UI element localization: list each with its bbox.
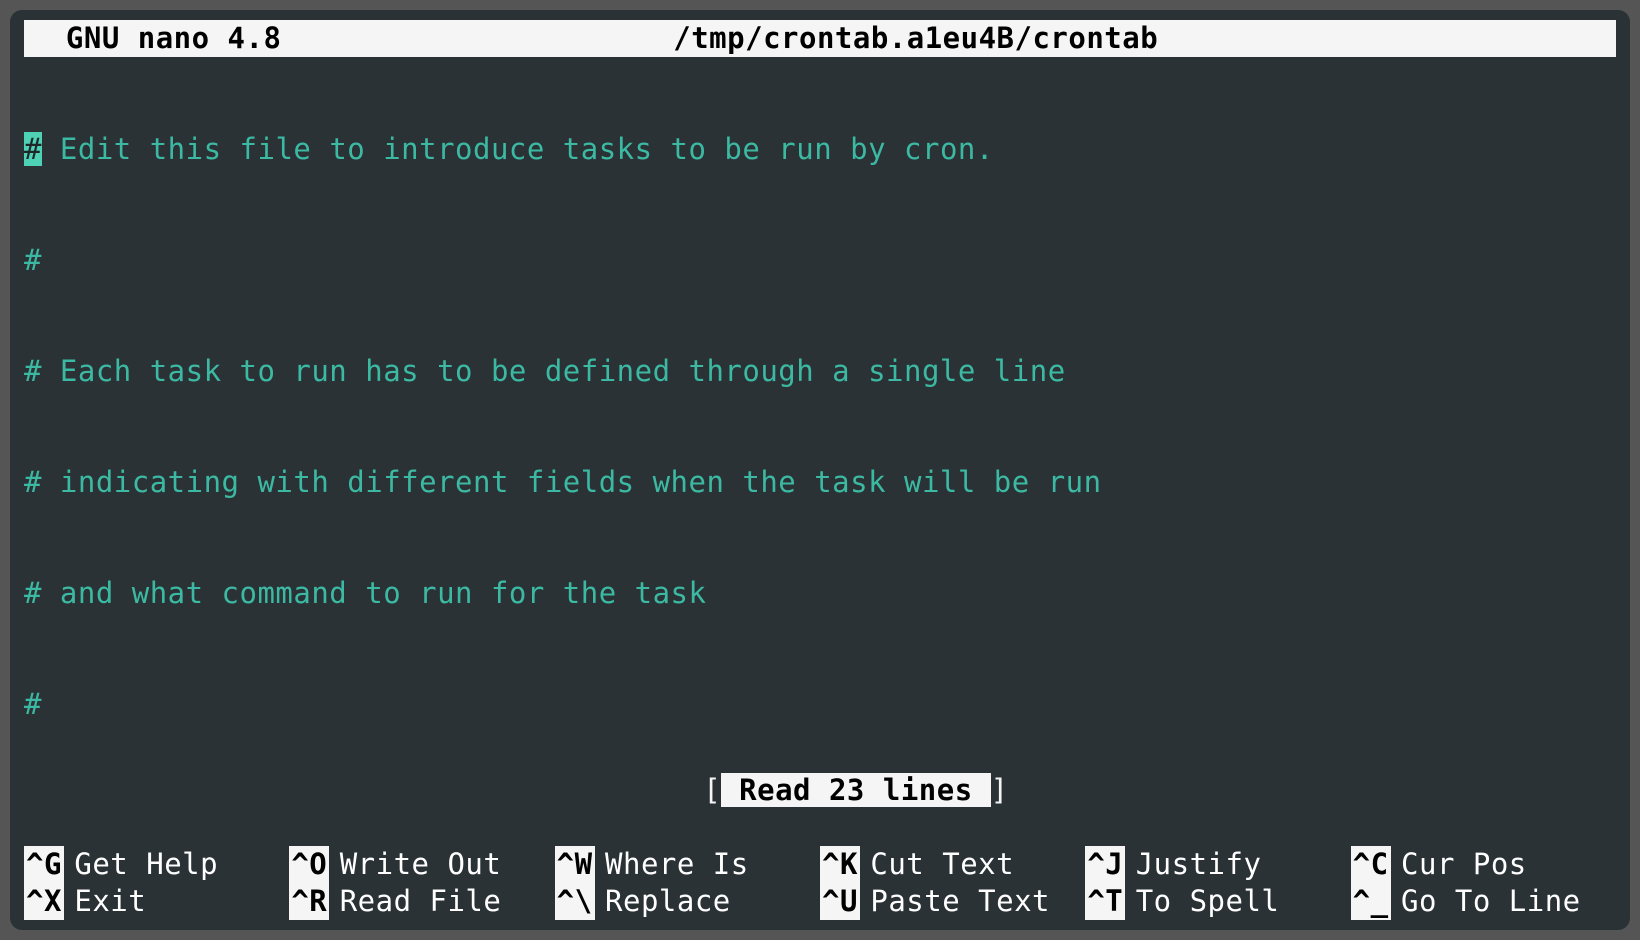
shortcut-where-is[interactable]: ^W Where Is	[555, 846, 820, 883]
shortcut-bar-row-1: ^G Get Help ^O Write Out ^W Where Is ^K Cut …	[24, 846, 1616, 883]
editor-line: #	[24, 686, 1616, 723]
shortcut-replace[interactable]: ^\ Replace	[555, 883, 820, 920]
shortcut-label: Justify	[1136, 846, 1262, 883]
shortcut-to-spell[interactable]: ^T To Spell	[1085, 883, 1350, 920]
shortcut-label: Write Out	[340, 846, 502, 883]
editor-line: # Each task to run has to be defined thr…	[24, 353, 1616, 390]
shortcut-label: Cut Text	[870, 846, 1014, 883]
shortcut-justify[interactable]: ^J Justify	[1085, 846, 1350, 883]
text-cursor: #	[24, 132, 42, 166]
shortcut-get-help[interactable]: ^G Get Help	[24, 846, 289, 883]
editor-line: # indicating with different fields when …	[24, 464, 1616, 501]
keycap: ^X	[24, 883, 64, 920]
shortcut-exit[interactable]: ^X Exit	[24, 883, 289, 920]
shortcut-go-to-line[interactable]: ^_ Go To Line	[1351, 883, 1616, 920]
status-bar: [ Read 23 lines ]	[24, 735, 1616, 846]
shortcut-paste-text[interactable]: ^U Paste Text	[820, 883, 1085, 920]
shortcut-bar-row-2: ^X Exit ^R Read File ^\ Replace ^U Paste Tex…	[24, 883, 1616, 920]
terminal-window: GNU nano 4.8 /tmp/crontab.a1eu4B/crontab…	[10, 10, 1630, 930]
shortcut-label: Read File	[340, 883, 502, 920]
status-message: Read 23 lines	[721, 773, 990, 807]
shortcut-label: To Spell	[1136, 883, 1280, 920]
shortcut-label: Go To Line	[1401, 883, 1581, 920]
editor-area[interactable]: # Edit this file to introduce tasks to b…	[24, 57, 1616, 735]
keycap: ^R	[289, 883, 329, 920]
shortcut-cut-text[interactable]: ^K Cut Text	[820, 846, 1085, 883]
keycap: ^T	[1085, 883, 1125, 920]
keycap: ^K	[820, 846, 860, 883]
keycap: ^W	[555, 846, 595, 883]
keycap: ^_	[1351, 883, 1391, 920]
keycap: ^\	[555, 883, 595, 920]
editor-titlebar: GNU nano 4.8 /tmp/crontab.a1eu4B/crontab	[24, 20, 1616, 57]
shortcut-cur-pos[interactable]: ^C Cur Pos	[1351, 846, 1616, 883]
app-name: GNU nano 4.8	[30, 20, 281, 57]
shortcut-label: Get Help	[74, 846, 218, 883]
shortcut-read-file[interactable]: ^R Read File	[289, 883, 554, 920]
shortcut-label: Replace	[605, 883, 731, 920]
editor-line: Edit this file to introduce tasks to be …	[42, 132, 994, 166]
shortcut-write-out[interactable]: ^O Write Out	[289, 846, 554, 883]
keycap: ^O	[289, 846, 329, 883]
editor-line: # and what command to run for the task	[24, 575, 1616, 612]
keycap: ^U	[820, 883, 860, 920]
shortcut-label: Paste Text	[870, 883, 1050, 920]
titlebar-right	[1550, 20, 1610, 57]
shortcut-label: Where Is	[605, 846, 749, 883]
keycap: ^G	[24, 846, 64, 883]
keycap: ^J	[1085, 846, 1125, 883]
editor-line: #	[24, 242, 1616, 279]
shortcut-label: Cur Pos	[1401, 846, 1527, 883]
shortcut-label: Exit	[74, 883, 146, 920]
file-path: /tmp/crontab.a1eu4B/crontab	[281, 20, 1550, 57]
keycap: ^C	[1351, 846, 1391, 883]
